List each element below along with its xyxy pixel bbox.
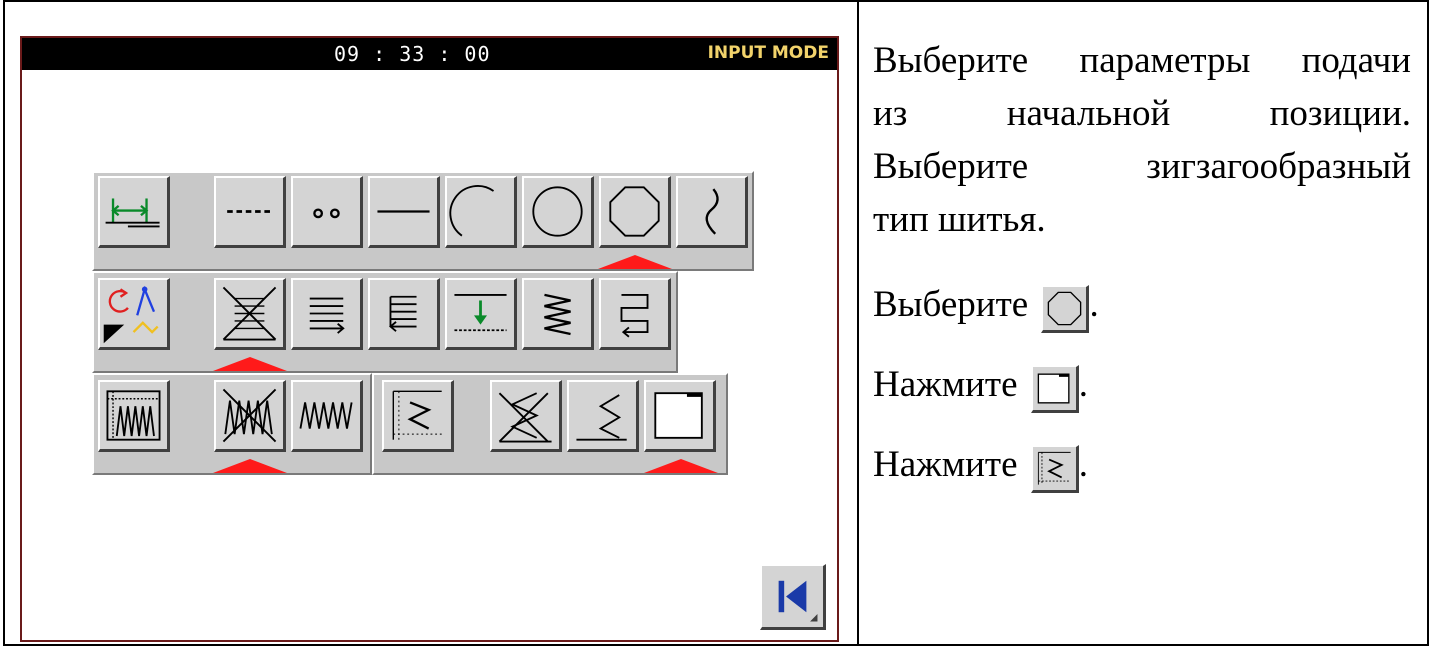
feed-button[interactable] — [98, 176, 170, 248]
curve-button[interactable] — [676, 176, 748, 248]
reverse-back-button[interactable] — [368, 278, 440, 350]
step-end: . — [1089, 284, 1099, 325]
arc-icon — [449, 185, 495, 237]
straight-line-button[interactable] — [368, 176, 440, 248]
arc-button[interactable] — [445, 176, 517, 248]
selection-marker — [598, 255, 672, 269]
feed-down-button[interactable] — [445, 278, 517, 350]
feed-down-icon — [454, 293, 507, 332]
octagon-icon — [1041, 285, 1090, 333]
no-zigzag-cross-icon — [498, 392, 552, 443]
zigzag-reverse-icon — [544, 293, 571, 336]
zigzag-reverse-button[interactable] — [522, 278, 594, 350]
selection-marker — [213, 357, 287, 371]
instruction-line: Выберите параметры подачи — [873, 40, 1411, 81]
step-end: . — [1078, 444, 1089, 485]
octagon-button[interactable] — [599, 176, 671, 248]
step-label: Нажмите — [873, 444, 1018, 485]
octagon-icon — [609, 186, 660, 237]
selection-marker — [213, 459, 287, 473]
reverse-forward-button[interactable] — [291, 278, 363, 350]
dashed-line-icon — [227, 210, 272, 213]
zigzag-line-button[interactable] — [567, 380, 639, 452]
zigzag-button[interactable] — [291, 380, 363, 452]
instruction-line: из начальной позиции. — [873, 93, 1411, 134]
instructions: Выберите параметры подачи из начальной п… — [873, 34, 1411, 493]
status-bar: 09 : 33 : 00 INPUT MODE — [22, 38, 837, 70]
circle-button[interactable] — [522, 176, 594, 248]
frame-corner-icon — [1030, 365, 1079, 413]
frame-corner-icon — [654, 392, 703, 439]
clock: 09 : 33 : 00 — [334, 42, 491, 66]
selection-marker — [644, 459, 718, 473]
reverse-return-button[interactable] — [599, 278, 671, 350]
sequence-button[interactable] — [98, 278, 170, 350]
zigzag-param-button[interactable] — [382, 380, 454, 452]
reverse-forward-icon — [309, 297, 345, 334]
step-end: . — [1078, 364, 1089, 405]
zigzag-icon — [299, 402, 353, 429]
dashed-line-button[interactable] — [214, 176, 286, 248]
no-zigzag-button[interactable] — [214, 380, 286, 452]
no-reverse-icon — [222, 286, 277, 341]
back-to-start-button[interactable] — [760, 564, 826, 630]
sequence-icon — [103, 285, 159, 344]
operation-panel-screen: 09 : 33 : 00 INPUT MODE — [20, 36, 839, 642]
reverse-return-icon — [620, 293, 649, 338]
instruction-line: тип шитья. — [873, 199, 1046, 240]
no-zigzag-icon — [222, 388, 277, 443]
straight-line-icon — [377, 210, 430, 213]
feed-icon — [105, 198, 160, 228]
column-divider — [857, 0, 859, 646]
no-zigzag-cross-button[interactable] — [490, 380, 562, 452]
mode-indicator: INPUT MODE — [707, 43, 829, 63]
step-label: Нажмите — [873, 364, 1018, 405]
instruction-line: Выберите зигзагообразный — [873, 146, 1411, 187]
curve-icon — [705, 188, 719, 235]
frame-corner-button[interactable] — [644, 380, 716, 452]
zigzag-line-icon — [576, 394, 627, 441]
step-label: Выберите — [873, 284, 1029, 325]
zigzag-param-icon — [392, 390, 442, 440]
point-icon — [313, 208, 340, 219]
reverse-back-icon — [389, 295, 417, 332]
zigzag-param-icon — [1030, 445, 1079, 493]
zigzag-settings-button[interactable] — [98, 380, 170, 452]
step-press-frame: Нажмите . — [873, 357, 1411, 413]
zigzag-settings-icon — [106, 390, 161, 441]
point-button[interactable] — [291, 176, 363, 248]
step-select-octagon: Выберите . — [873, 277, 1411, 333]
back-to-start-icon — [778, 580, 818, 622]
circle-icon — [532, 186, 583, 237]
step-press-zigzag: Нажмите . — [873, 437, 1411, 493]
no-reverse-button[interactable] — [214, 278, 286, 350]
